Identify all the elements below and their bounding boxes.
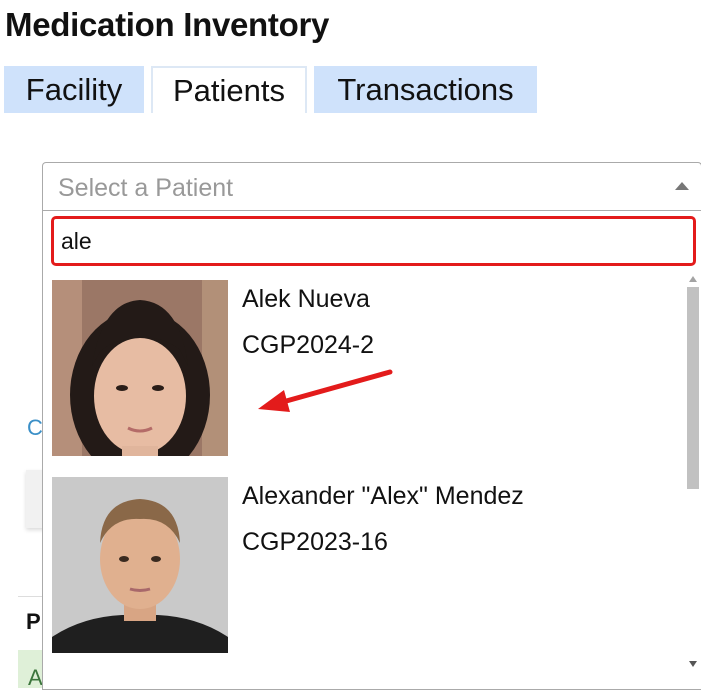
- background-green-fragment: A: [28, 665, 43, 690]
- patient-photo: [52, 477, 228, 653]
- tab-patients[interactable]: Patients: [151, 66, 307, 113]
- tab-transactions[interactable]: Transactions: [314, 66, 537, 113]
- page-title: Medication Inventory: [5, 6, 330, 43]
- scroll-up-arrow-icon[interactable]: [689, 276, 697, 282]
- patient-select[interactable]: Select a Patient: [42, 162, 701, 211]
- patient-id: CGP2024-2: [242, 331, 375, 359]
- patient-photo: [52, 280, 228, 456]
- patient-search-input[interactable]: [51, 216, 696, 266]
- dropdown-scrollbar[interactable]: [685, 271, 701, 676]
- scroll-thumb[interactable]: [687, 287, 699, 489]
- background-divider: [18, 596, 44, 597]
- annotation-arrow: [258, 369, 393, 412]
- patient-id: CGP2023-16: [242, 528, 388, 556]
- tab-facility[interactable]: Facility: [4, 66, 144, 113]
- background-heading-fragment: P: [26, 609, 41, 634]
- background-link-fragment: C: [27, 415, 43, 440]
- patient-option[interactable]: Alexander "Alex" Mendez CGP2023-16: [52, 477, 682, 657]
- caret-up-icon[interactable]: [675, 182, 689, 190]
- patient-name: Alek Nueva: [242, 285, 370, 313]
- select-placeholder: Select a Patient: [58, 174, 234, 202]
- patient-name: Alexander "Alex" Mendez: [242, 482, 524, 510]
- scroll-down-arrow-icon[interactable]: [689, 661, 697, 667]
